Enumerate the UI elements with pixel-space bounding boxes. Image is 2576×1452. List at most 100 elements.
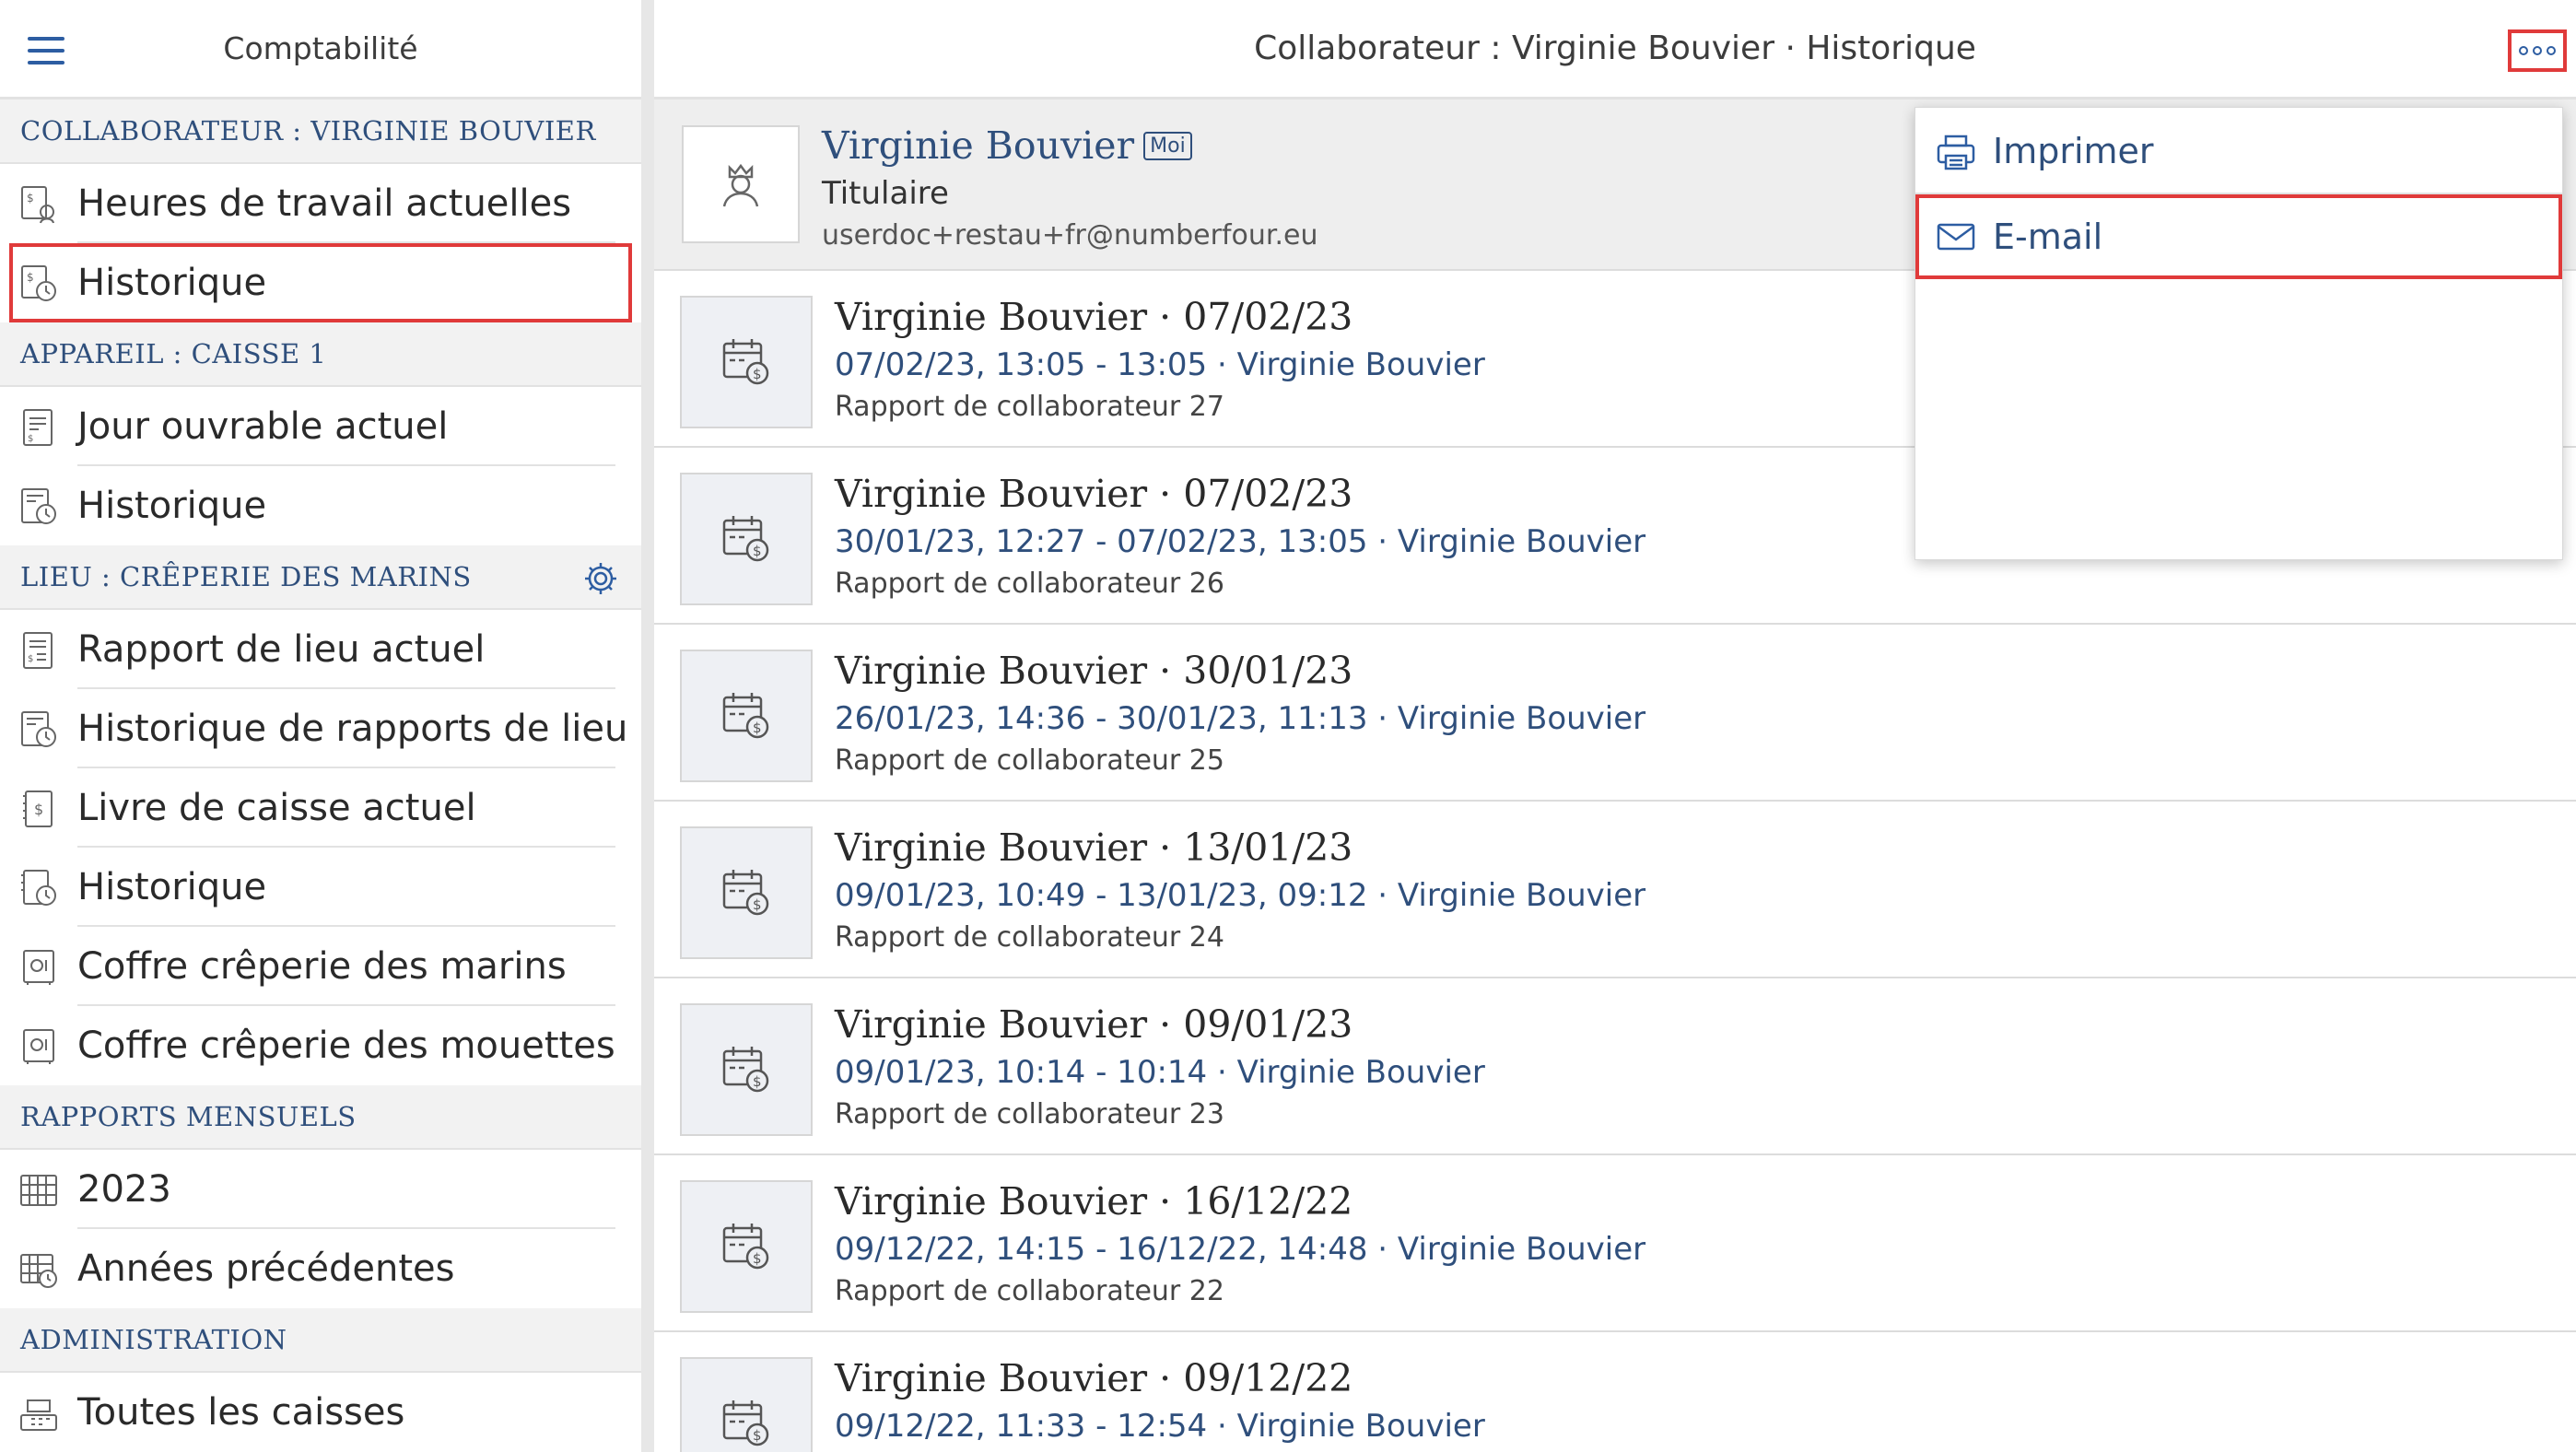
sidebar-item-coffre-mouettes[interactable]: Coffre crêperie des mouettes	[0, 1006, 641, 1085]
sidebar-item-heures-de-travail[interactable]: $ Heures de travail actuelles	[0, 164, 641, 243]
list-item[interactable]: $ Virginie Bouvier · 16/12/22 09/12/22, …	[654, 1155, 2576, 1332]
list-item[interactable]: $ Virginie Bouvier · 30/01/23 26/01/23, …	[654, 625, 2576, 802]
report-range: 09/12/22, 11:33 - 12:54 · Virginie Bouvi…	[835, 1408, 1485, 1445]
sidebar-item-label: Historique	[77, 866, 267, 908]
svg-text:$: $	[753, 720, 762, 736]
gear-icon[interactable]	[582, 560, 619, 597]
menu-item-imprimer[interactable]: Imprimer	[1915, 110, 2562, 194]
calendar-dollar-icon: $	[722, 1400, 769, 1446]
history-icon	[21, 870, 56, 906]
svg-text:$: $	[753, 896, 762, 913]
report-range: 26/01/23, 14:36 - 30/01/23, 11:13 · Virg…	[835, 700, 1646, 737]
report-description: Rapport de collaborateur 24	[835, 921, 1224, 954]
sidebar-item-livre-de-caisse[interactable]: $ Livre de caisse actuel	[0, 768, 641, 848]
section-header-label: RAPPORTS MENSUELS	[20, 1101, 357, 1132]
cash-register-icon	[20, 1399, 57, 1431]
sidebar-header: Comptabilité	[0, 0, 641, 100]
sidebar-title: Comptabilité	[223, 30, 418, 66]
sidebar-item-label: Livre de caisse actuel	[77, 787, 476, 829]
menu-icon[interactable]	[28, 37, 64, 64]
report-thumbnail: $	[680, 1357, 813, 1452]
svg-text:$: $	[753, 1427, 762, 1444]
timesheet-icon: $	[21, 186, 54, 224]
section-header-lieu: LIEU : CRÊPERIE DES MARINS	[0, 545, 641, 610]
report-thumbnail: $	[680, 826, 813, 959]
sidebar-item-coffre-marins[interactable]: Coffre crêperie des marins	[0, 927, 641, 1006]
sidebar-item-label: Jour ouvrable actuel	[77, 405, 449, 448]
envelope-icon	[1937, 223, 1975, 251]
sidebar-item-label: Toutes les caisses	[77, 1391, 405, 1434]
report-thumbnail: $	[680, 650, 813, 782]
profile-name-row: Virginie Bouvier Moi	[822, 123, 1192, 168]
report-description: Rapport de collaborateur 27	[835, 391, 1224, 423]
sidebar-item-historique-collaborateur[interactable]: $ Historique	[9, 243, 632, 322]
profile-email: userdoc+restau+fr@numberfour.eu	[822, 219, 1318, 252]
report-thumbnail: $	[680, 296, 813, 428]
calendar-dollar-icon: $	[722, 1047, 769, 1093]
safe-icon	[23, 950, 54, 985]
list-item[interactable]: $ Virginie Bouvier · 13/01/23 09/01/23, …	[654, 802, 2576, 978]
sidebar-item-label: Coffre crêperie des mouettes	[77, 1025, 615, 1067]
report-title: Virginie Bouvier · 09/01/23	[835, 1002, 1353, 1047]
document-icon: $	[23, 409, 53, 446]
section-header-label: LIEU : CRÊPERIE DES MARINS	[20, 561, 472, 592]
report-range: 07/02/23, 13:05 - 13:05 · Virginie Bouvi…	[835, 346, 1485, 383]
sidebar-item-label: Historique	[77, 262, 267, 304]
svg-text:$: $	[753, 1250, 762, 1267]
svg-text:$: $	[753, 366, 762, 382]
svg-text:$: $	[28, 654, 33, 664]
report-description: Rapport de collaborateur 26	[835, 568, 1224, 600]
menu-item-email[interactable]: E-mail	[1915, 194, 2562, 279]
avatar	[682, 125, 800, 243]
sidebar-item-label: Coffre crêperie des marins	[77, 945, 567, 988]
svg-text:$: $	[27, 271, 34, 284]
report-range: 09/01/23, 10:49 - 13/01/23, 09:12 · Virg…	[835, 877, 1646, 914]
report-thumbnail: $	[680, 1003, 813, 1136]
more-options-button[interactable]	[2508, 29, 2567, 72]
more-options-menu: Imprimer E-mail	[1914, 107, 2563, 560]
sidebar-item-label: 2023	[77, 1168, 171, 1211]
report-title: Virginie Bouvier · 09/12/22	[835, 1356, 1353, 1400]
report-thumbnail: $	[680, 473, 813, 605]
sidebar-item-jour-ouvrable[interactable]: $ Jour ouvrable actuel	[0, 387, 641, 466]
sidebar-item-toutes-les-caisses[interactable]: Toutes les caisses	[0, 1373, 641, 1452]
svg-text:$: $	[28, 434, 33, 444]
sidebar-item-2023[interactable]: 2023	[0, 1150, 641, 1229]
page-title: Collaborateur : Virginie Bouvier · Histo…	[1254, 29, 1976, 67]
user-crown-icon	[722, 163, 759, 207]
sidebar-item-label: Heures de travail actuelles	[77, 182, 572, 225]
report-description: Rapport de collaborateur 25	[835, 744, 1224, 777]
report-range: 09/01/23, 10:14 - 10:14 · Virginie Bouvi…	[835, 1054, 1485, 1091]
section-header-administration: ADMINISTRATION	[0, 1308, 641, 1373]
sidebar-item-label: Années précédentes	[77, 1247, 455, 1290]
list-item[interactable]: $ Virginie Bouvier · 09/12/22 09/12/22, …	[654, 1332, 2576, 1452]
svg-text:$: $	[753, 543, 762, 559]
report-description: Rapport de collaborateur 22	[835, 1275, 1224, 1307]
sidebar-item-historique-rapports-lieu[interactable]: Historique de rapports de lieu	[0, 689, 641, 768]
history-icon	[21, 488, 56, 524]
svg-text:$: $	[34, 801, 43, 818]
sidebar-item-label: Historique	[77, 485, 267, 527]
history-icon	[21, 711, 56, 747]
main-header: Collaborateur : Virginie Bouvier · Histo…	[654, 0, 2576, 100]
menu-item-label: Imprimer	[1993, 131, 2154, 171]
calendar-grid-icon	[20, 1175, 57, 1206]
section-header-appareil: APPAREIL : CAISSE 1	[0, 322, 641, 387]
profile-role: Titulaire	[822, 175, 949, 212]
sidebar-item-label: Historique de rapports de lieu	[77, 708, 628, 750]
report-range: 09/12/22, 14:15 - 16/12/22, 14:48 · Virg…	[835, 1231, 1646, 1268]
pane-divider[interactable]	[641, 0, 654, 1452]
cashbook-icon: $	[23, 790, 53, 827]
printer-icon	[1937, 135, 1975, 170]
sidebar-item-historique-caisse[interactable]: Historique	[0, 848, 641, 927]
section-header-label: ADMINISTRATION	[20, 1324, 287, 1355]
report-title: Virginie Bouvier · 07/02/23	[835, 295, 1353, 339]
sidebar-item-label: Rapport de lieu actuel	[77, 628, 486, 671]
sidebar-item-historique-appareil[interactable]: Historique	[0, 466, 641, 545]
sidebar: Comptabilité COLLABORATEUR : VIRGINIE BO…	[0, 0, 641, 1452]
list-item[interactable]: $ Virginie Bouvier · 09/01/23 09/01/23, …	[654, 978, 2576, 1155]
svg-text:$: $	[27, 192, 34, 205]
sidebar-item-annees-precedentes[interactable]: Années précédentes	[0, 1229, 641, 1308]
calendar-dollar-icon: $	[722, 339, 769, 385]
sidebar-item-rapport-de-lieu[interactable]: $ Rapport de lieu actuel	[0, 610, 641, 689]
